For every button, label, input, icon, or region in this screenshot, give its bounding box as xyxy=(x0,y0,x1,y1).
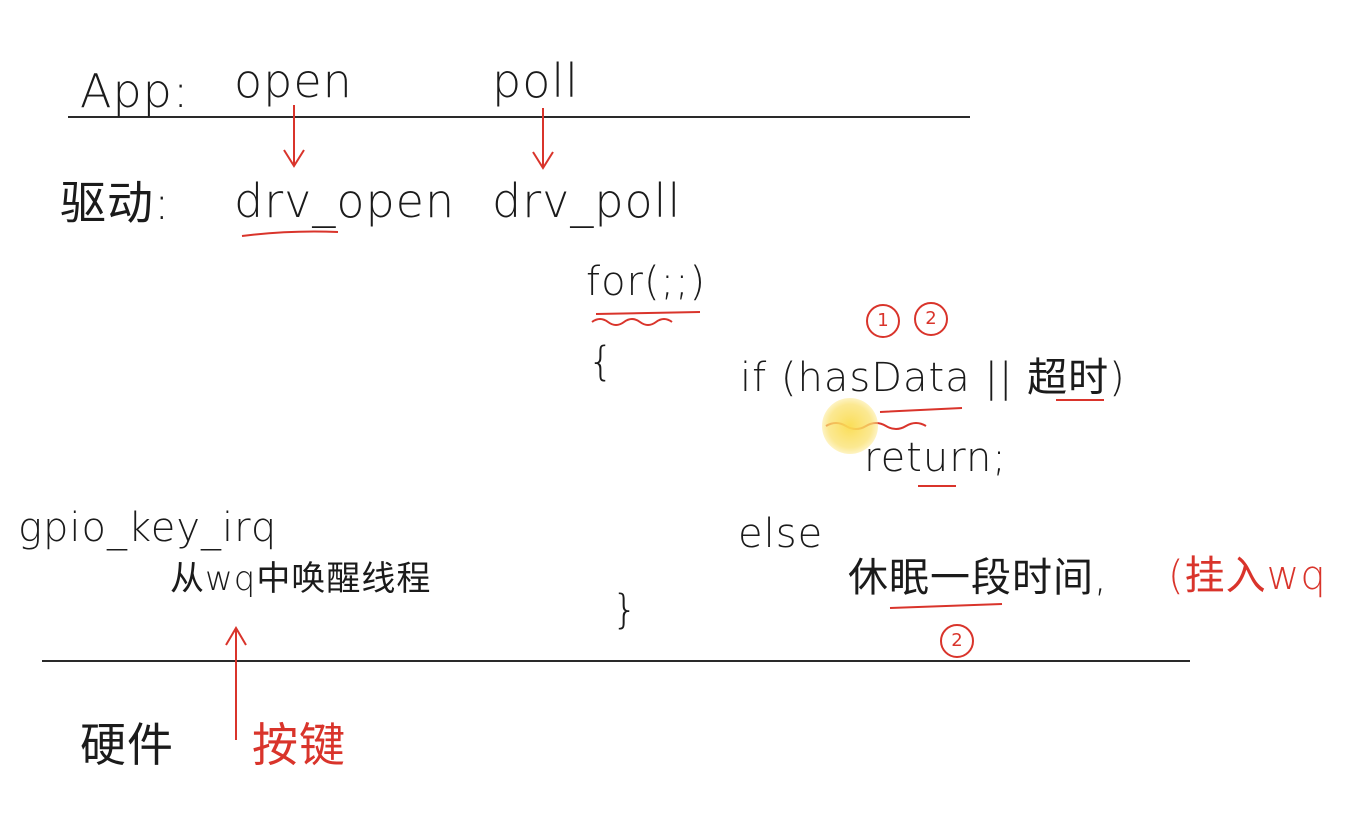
driver-layer-label: 驱动: xyxy=(60,176,171,230)
marker-circle-2-bottom: 2 xyxy=(940,624,974,658)
cursor-highlight xyxy=(822,398,878,454)
hardware-button: 按键 xyxy=(252,718,346,772)
whiteboard-canvas: App: open poll 驱动: drv_open drv_poll for… xyxy=(0,0,1353,831)
underline-drv-open xyxy=(241,230,339,237)
underline-sleep xyxy=(889,603,1003,609)
close-brace: } xyxy=(612,587,639,633)
drv-poll-function: drv_poll xyxy=(492,174,682,228)
sleep-line: 休眠一段时间, xyxy=(848,555,1108,601)
app-poll-call: poll xyxy=(492,54,579,108)
irq-wake-text: 从wq中唤醒线程 xyxy=(170,559,432,599)
return-line: return; xyxy=(864,435,1007,481)
sleep-note-wait-queue: (挂入wq xyxy=(1168,553,1327,599)
underline-for-loop xyxy=(591,311,701,326)
open-brace: { xyxy=(588,339,615,385)
if-condition-line: if (hasData || 超时) xyxy=(740,355,1126,401)
irq-handler: gpio_key_irq xyxy=(18,505,278,551)
hardware-layer-label: 硬件 xyxy=(80,718,174,772)
app-layer-label: App: xyxy=(80,64,190,118)
marker-circle-1: 1 xyxy=(866,304,900,338)
arrow-open-to-drv-open xyxy=(283,105,305,168)
for-loop: for(;;) xyxy=(586,259,707,305)
drv-open-function: drv_open xyxy=(234,174,456,228)
diagram-strokes xyxy=(42,105,1190,740)
app-open-call: open xyxy=(234,54,353,108)
marker-circle-2-top: 2 xyxy=(914,302,948,336)
arrow-button-to-irq xyxy=(225,626,247,740)
else-line: else xyxy=(738,511,824,557)
